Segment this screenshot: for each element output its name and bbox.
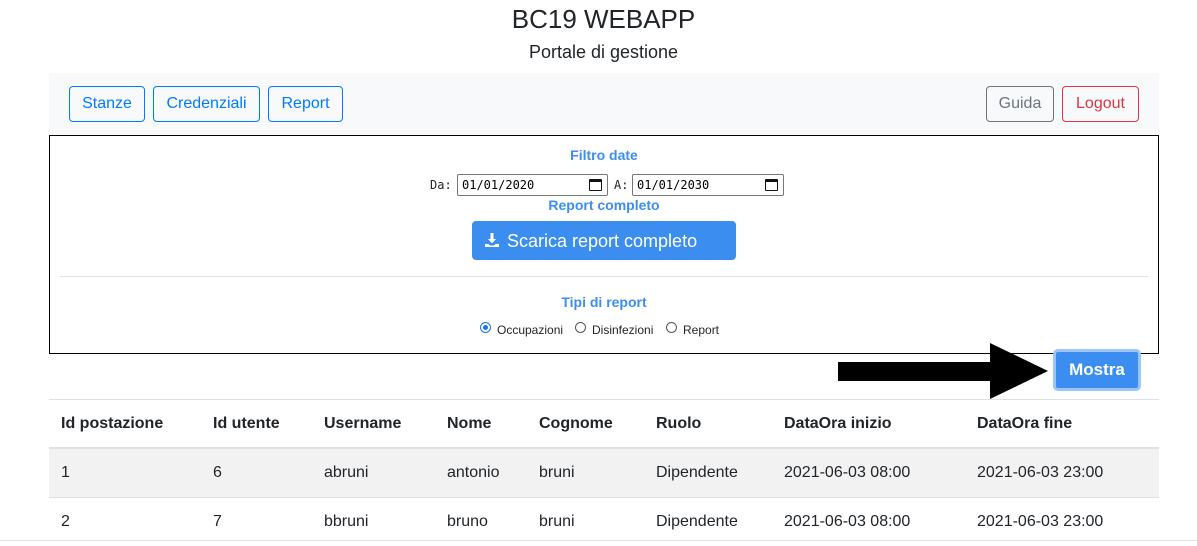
radio-occupazioni-label[interactable]: Occupazioni — [497, 323, 563, 337]
date-range-row: Da: 01/01/2020 A: 01/01/2030 — [50, 174, 1158, 196]
download-full-report-button[interactable]: Scarica report completo — [472, 221, 736, 260]
cell-id-utente: 7 — [201, 498, 312, 546]
cell-ruolo: Dipendente — [644, 498, 772, 546]
to-date-label: A: — [614, 178, 628, 192]
col-username: Username — [312, 400, 435, 449]
cell-dataora-inizio: 2021-06-03 08:00 — [772, 448, 965, 498]
cell-nome: bruno — [435, 498, 527, 546]
guida-button[interactable]: Guida — [986, 86, 1054, 122]
download-icon — [484, 232, 500, 248]
col-dataora-fine: DataOra fine — [965, 400, 1159, 449]
divider — [60, 276, 1148, 277]
cell-nome: antonio — [435, 448, 527, 498]
radio-occupazioni[interactable] — [480, 322, 491, 333]
col-cognome: Cognome — [527, 400, 644, 449]
cell-id-utente: 6 — [201, 448, 312, 498]
from-date-input[interactable]: 01/01/2020 — [457, 174, 608, 196]
download-button-label: Scarica report completo — [507, 231, 697, 252]
full-report-title: Report completo — [50, 197, 1158, 213]
radio-disinfezioni[interactable] — [575, 322, 586, 333]
nav-report-button[interactable]: Report — [268, 86, 343, 122]
show-button[interactable]: Mostra — [1053, 349, 1141, 391]
col-nome: Nome — [435, 400, 527, 449]
date-filter-title: Filtro date — [50, 147, 1158, 163]
to-date-input[interactable]: 01/01/2030 — [632, 174, 784, 196]
from-date-label: Da: — [430, 178, 452, 192]
cell-dataora-fine: 2021-06-03 23:00 — [965, 498, 1159, 546]
cell-username: abruni — [312, 448, 435, 498]
cell-id-postazione: 2 — [49, 498, 201, 546]
report-filter-panel: Filtro date Da: 01/01/2020 A: 01/01/2030… — [49, 135, 1159, 354]
col-id-postazione: Id postazione — [49, 400, 201, 449]
cell-cognome: bruni — [527, 448, 644, 498]
from-date-value: 01/01/2020 — [462, 178, 534, 192]
calendar-icon[interactable] — [589, 179, 602, 191]
app-title: BC19 WEBAPP — [0, 4, 1197, 35]
arrow-right-icon — [838, 343, 1048, 399]
table-row: 2 7 bbruni bruno bruni Dipendente 2021-0… — [49, 498, 1159, 546]
cell-username: bbruni — [312, 498, 435, 546]
col-dataora-inizio: DataOra inizio — [772, 400, 965, 449]
cell-id-postazione: 1 — [49, 448, 201, 498]
radio-disinfezioni-label[interactable]: Disinfezioni — [592, 323, 653, 337]
table-header-row: Id postazione Id utente Username Nome Co… — [49, 400, 1159, 449]
cell-cognome: bruni — [527, 498, 644, 546]
cell-dataora-fine: 2021-06-03 23:00 — [965, 448, 1159, 498]
cell-ruolo: Dipendente — [644, 448, 772, 498]
nav-credenziali-button[interactable]: Credenziali — [153, 86, 260, 122]
calendar-icon[interactable] — [765, 179, 778, 191]
report-table: Id postazione Id utente Username Nome Co… — [49, 399, 1159, 546]
col-ruolo: Ruolo — [644, 400, 772, 449]
nav-stanze-button[interactable]: Stanze — [69, 86, 145, 122]
col-id-utente: Id utente — [201, 400, 312, 449]
logout-button[interactable]: Logout — [1062, 86, 1139, 122]
radio-report-label[interactable]: Report — [683, 323, 719, 337]
to-date-value: 01/01/2030 — [637, 178, 709, 192]
navbar: Stanze Credenziali Report Guida Logout — [49, 73, 1159, 135]
report-types-title: Tipi di report — [50, 294, 1158, 310]
app-subtitle: Portale di gestione — [0, 42, 1197, 63]
table-row: 1 6 abruni antonio bruni Dipendente 2021… — [49, 448, 1159, 498]
cell-dataora-inizio: 2021-06-03 08:00 — [772, 498, 965, 546]
radio-report[interactable] — [666, 322, 677, 333]
